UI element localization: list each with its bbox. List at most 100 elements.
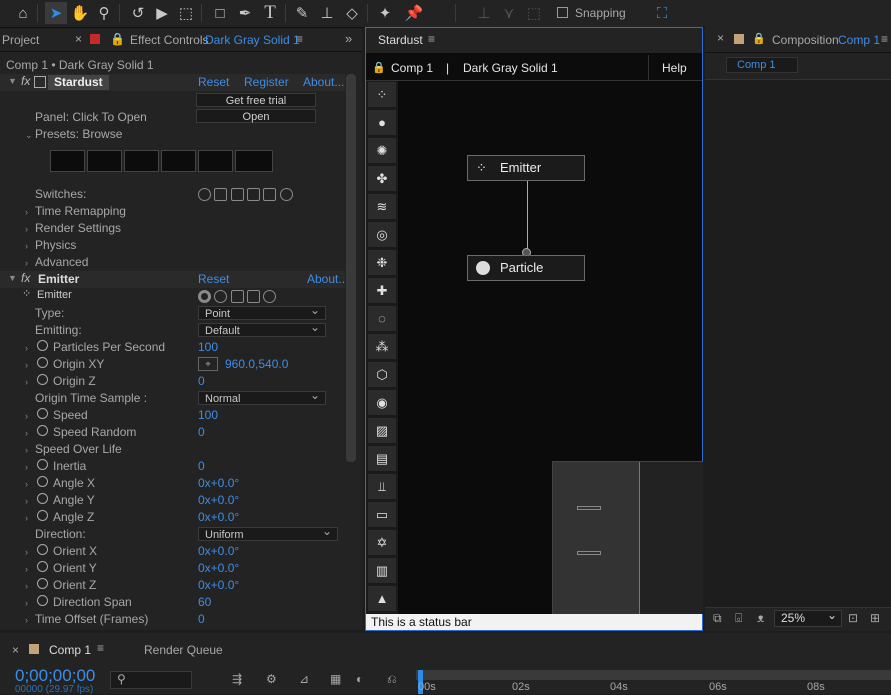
crosshair-icon[interactable]: ⌖ (198, 357, 218, 371)
mask-visibility-icon[interactable]: ᴥ (757, 611, 764, 625)
draft-3d-icon[interactable]: ⚙ (266, 672, 277, 686)
twirl-closed-icon[interactable]: › (25, 343, 28, 353)
twirl-closed-icon[interactable]: › (25, 513, 28, 523)
monitor-icon[interactable]: ⌻ (735, 611, 742, 626)
twirl-open-icon[interactable]: ▼ (8, 76, 17, 86)
ripple-tool-icon[interactable]: ◎ (368, 222, 396, 247)
physics-group[interactable]: Physics (35, 237, 76, 254)
preset-thumbnail[interactable] (124, 150, 159, 172)
layer-tool-icon[interactable]: ▤ (368, 446, 396, 471)
tab-layer-name[interactable]: Dark Gray Solid 1 (205, 33, 300, 47)
pan-behind-icon[interactable]: ⬚ (175, 2, 197, 24)
mask-tool-icon[interactable]: ▨ (368, 418, 396, 443)
reset-link[interactable]: Reset (198, 272, 229, 286)
switch-toggle-icon[interactable] (263, 188, 277, 202)
hand-icon[interactable]: ✋ (69, 2, 91, 24)
scatter-tool-icon[interactable]: ❉ (368, 250, 396, 275)
work-area-bar[interactable] (416, 670, 891, 680)
twirl-closed-icon[interactable]: › (25, 581, 28, 591)
about-link[interactable]: About... (307, 272, 348, 286)
param-value[interactable]: 0x+0.0° (198, 543, 239, 560)
param-value[interactable]: 100 (198, 339, 218, 356)
graph-editor-icon[interactable]: ⎌ (387, 672, 397, 687)
fan-tool-icon[interactable]: ✤ (368, 166, 396, 191)
param-dropdown[interactable]: Default (198, 320, 326, 337)
rect-tool-icon[interactable]: ▭ (368, 502, 396, 527)
close-icon[interactable]: × (12, 643, 19, 657)
param-dropdown[interactable]: Point (198, 303, 326, 320)
panel-menu-icon[interactable]: ≡ (428, 32, 435, 46)
twirl-open-icon[interactable]: ⌄ (25, 130, 33, 141)
tab-stardust[interactable]: Stardust (378, 33, 423, 47)
param-value[interactable]: 0 (198, 611, 205, 628)
axis-world-icon[interactable]: ⋎ (498, 2, 520, 24)
stopwatch-icon[interactable] (37, 493, 48, 504)
vertical-scrollbar[interactable] (346, 74, 356, 462)
tab-comp-name[interactable]: Comp 1 (838, 33, 880, 47)
help-button[interactable]: Help (662, 61, 687, 75)
register-link[interactable]: Register (244, 75, 289, 89)
circle-dash-tool-icon[interactable]: ◌ (368, 306, 396, 331)
switch-toggle-icon[interactable] (247, 290, 261, 304)
twirl-closed-icon[interactable]: › (25, 547, 28, 557)
stopwatch-icon[interactable] (37, 476, 48, 487)
light-tool-icon[interactable]: ▲ (368, 586, 396, 611)
particle-node[interactable]: Particle (467, 255, 585, 281)
twirl-closed-icon[interactable]: › (25, 564, 28, 574)
tab-project[interactable]: Project (2, 33, 39, 47)
cube-tool-icon[interactable]: ⬡ (368, 362, 396, 387)
preset-thumbnail[interactable] (161, 150, 196, 172)
twirl-closed-icon[interactable]: › (25, 462, 28, 472)
stopwatch-icon[interactable] (37, 340, 48, 351)
open-panel-button[interactable]: Open (196, 109, 316, 123)
twirl-closed-icon[interactable]: › (25, 496, 28, 506)
param-value[interactable]: 960.0,540.0 (225, 356, 288, 373)
get-free-trial-button[interactable]: Get free trial (196, 93, 316, 107)
rotate-icon[interactable]: ↺ (127, 2, 149, 24)
tab-effect-controls[interactable]: Effect Controls (130, 33, 208, 47)
emitter-node[interactable]: ⁘ Emitter (467, 155, 585, 181)
particle-tool-icon[interactable]: ● (368, 110, 396, 135)
param-value[interactable]: 0 (198, 373, 205, 390)
param-dropdown[interactable]: Uniform (198, 524, 338, 541)
stopwatch-icon[interactable] (37, 357, 48, 368)
preset-thumbnail[interactable] (50, 150, 85, 172)
param-value[interactable]: 0 (198, 424, 205, 441)
brush-icon[interactable]: ✎ (291, 2, 313, 24)
camera-icon[interactable]: ▶ (151, 2, 173, 24)
switch-toggle-icon[interactable] (214, 290, 228, 304)
stopwatch-icon[interactable] (37, 459, 48, 470)
twirl-closed-icon[interactable]: › (25, 258, 28, 268)
motion-blur-icon[interactable]: ◐ (356, 672, 363, 686)
stopwatch-icon[interactable] (37, 578, 48, 589)
render-settings-group[interactable]: Render Settings (35, 220, 121, 237)
axis-view-icon[interactable]: ⬚ (523, 2, 545, 24)
frame-blending-icon[interactable]: ▦ (330, 672, 341, 686)
lock-icon[interactable]: 🔒 (372, 61, 386, 74)
selection-arrow-icon[interactable]: ➤ (45, 2, 67, 24)
fx-icon[interactable]: fx (21, 271, 30, 285)
tab-composition[interactable]: Composition (772, 33, 839, 47)
pen-icon[interactable]: ✒ (234, 2, 256, 24)
twirl-closed-icon[interactable]: › (25, 598, 28, 608)
grid-icon[interactable]: ⊞ (870, 611, 880, 625)
twirl-closed-icon[interactable]: › (25, 411, 28, 421)
stopwatch-icon[interactable] (37, 561, 48, 572)
twirl-open-icon[interactable]: ▼ (8, 273, 17, 283)
param-value[interactable]: 100 (198, 407, 218, 424)
snapping-checkbox[interactable] (557, 7, 568, 18)
twirl-closed-icon[interactable]: › (25, 479, 28, 489)
atom-tool-icon[interactable]: ✡ (368, 530, 396, 555)
twirl-closed-icon[interactable]: › (25, 615, 28, 625)
roto-brush-icon[interactable]: ✦ (374, 2, 396, 24)
burst-tool-icon[interactable]: ✺ (368, 138, 396, 163)
type-icon[interactable]: T (259, 2, 281, 24)
puppet-pin-icon[interactable]: 📌 (403, 2, 425, 24)
gear-icon[interactable] (279, 188, 293, 202)
emitter-effect-name[interactable]: Emitter (38, 272, 79, 286)
close-icon[interactable]: × (75, 32, 82, 46)
param-value[interactable]: 0x+0.0° (198, 492, 239, 509)
stopwatch-icon[interactable] (37, 408, 48, 419)
comp-button[interactable]: Comp 1 (726, 57, 798, 73)
advanced-group[interactable]: Advanced (35, 254, 88, 271)
